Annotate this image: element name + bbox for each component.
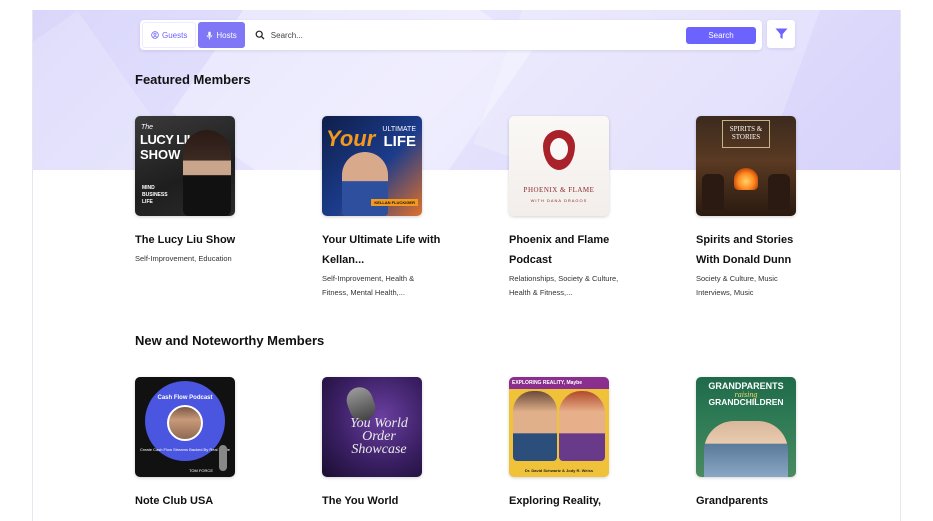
member-title[interactable]: Spirits and Stories With Donald Dunn [696, 230, 816, 270]
cover-illustration [768, 174, 790, 210]
filter-icon [775, 28, 787, 39]
member-card[interactable]: Cash Flow Podcast Create Cash Flow Strea… [135, 377, 322, 511]
member-card[interactable]: GRANDPARENTS raising GRANDCHILDREN Grand… [696, 377, 883, 511]
host-photo [167, 405, 203, 441]
member-categories: Relationships, Society & Culture, Health… [509, 274, 619, 297]
host-photo [342, 152, 388, 216]
member-card[interactable]: The LUCY LIU SHOW MIND BUSINESS LIFE The… [135, 116, 322, 300]
page: Guests Hosts Search Featured Members The… [32, 10, 901, 521]
search-bar: Guests Hosts Search [140, 20, 762, 50]
member-title[interactable]: Your Ultimate Life with Kellan... [322, 230, 442, 270]
cover-text: ULTIMATE [382, 126, 416, 133]
member-card[interactable]: SPIRITS & STORIES Spirits and Stories Wi… [696, 116, 883, 300]
phoenix-logo [550, 138, 568, 160]
cover-text: Your [326, 126, 376, 151]
cover-text: GRANDCHILDREN [708, 397, 784, 407]
podcast-cover[interactable]: GRANDPARENTS raising GRANDCHILDREN [696, 377, 796, 477]
member-title[interactable]: Exploring Reality, [509, 491, 629, 511]
cover-text: MIND BUSINESS LIFE [142, 185, 168, 205]
cover-text: Cash Flow Podcast [157, 395, 213, 401]
member-title[interactable]: Phoenix and Flame Podcast [509, 230, 629, 270]
cover-text: You World Order Showcase [350, 416, 408, 457]
podcast-cover[interactable]: PHOENIX & FLAME WITH DANA DRAGOS [509, 116, 609, 216]
member-card[interactable]: PHOENIX & FLAME WITH DANA DRAGOS Phoenix… [509, 116, 696, 300]
member-card[interactable]: You World Order Showcase The You World [322, 377, 509, 511]
cover-text: The [141, 124, 154, 131]
featured-members-list: The LUCY LIU SHOW MIND BUSINESS LIFE The… [135, 116, 883, 300]
cover-text: TOM FORCE [189, 468, 213, 473]
guests-label: Guests [162, 30, 188, 40]
cover-illustration [702, 174, 724, 210]
microphone-icon [219, 445, 227, 471]
search-button[interactable]: Search [686, 26, 756, 44]
cover-illustration [704, 421, 788, 477]
member-title[interactable]: Note Club USA [135, 491, 255, 511]
guests-toggle[interactable]: Guests [142, 22, 197, 48]
hosts-label: Hosts [216, 30, 237, 40]
member-card[interactable]: EXPLORING REALITY, Maybe Dr. David Schwa… [509, 377, 696, 511]
podcast-cover[interactable]: Cash Flow Podcast Create Cash Flow Strea… [135, 377, 235, 477]
filter-button[interactable] [767, 20, 795, 48]
cover-text: SPIRITS & STORIES [722, 120, 770, 148]
podcast-cover[interactable]: Your ULTIMATE LIFE KELLAN FLUCKIGER [322, 116, 422, 216]
member-categories: Self-Improvement, Education [135, 254, 232, 263]
host-photo [513, 391, 557, 461]
cover-text: KELLAN FLUCKIGER [371, 199, 418, 206]
member-title[interactable]: The You World [322, 491, 442, 511]
noteworthy-members-list: Cash Flow Podcast Create Cash Flow Strea… [135, 377, 883, 511]
search-icon [255, 30, 265, 40]
member-card[interactable]: Your ULTIMATE LIFE KELLAN FLUCKIGER Your… [322, 116, 509, 300]
cover-text: Dr. David Schwartz & Jody R. Weiss [509, 465, 609, 477]
cover-text: WITH DANA DRAGOS [530, 198, 588, 203]
podcast-cover[interactable]: EXPLORING REALITY, Maybe Dr. David Schwa… [509, 377, 609, 477]
cover-illustration [734, 168, 758, 190]
hosts-toggle[interactable]: Hosts [198, 22, 245, 48]
cover-text: SHOW [140, 147, 181, 162]
cover-text: LIFE [383, 133, 417, 150]
member-title[interactable]: Grandparents [696, 491, 816, 511]
cover-text: PHOENIX & FLAME [523, 186, 595, 194]
microphone-icon [207, 31, 213, 39]
noteworthy-members-title: New and Noteworthy Members [135, 333, 325, 348]
search-input[interactable] [270, 30, 686, 40]
podcast-cover[interactable]: SPIRITS & STORIES [696, 116, 796, 216]
member-categories: Self-Improvement, Health & Fitness, Ment… [322, 274, 415, 297]
podcast-cover[interactable]: The LUCY LIU SHOW MIND BUSINESS LIFE [135, 116, 235, 216]
podcast-cover[interactable]: You World Order Showcase [322, 377, 422, 477]
member-categories: Society & Culture, Music Interviews, Mus… [696, 274, 778, 297]
host-photo [183, 130, 231, 216]
member-title[interactable]: The Lucy Liu Show [135, 230, 255, 250]
cover-text: EXPLORING REALITY, Maybe [509, 377, 609, 389]
user-circle-icon [151, 31, 159, 39]
featured-members-title: Featured Members [135, 72, 251, 87]
host-photo [559, 391, 605, 461]
